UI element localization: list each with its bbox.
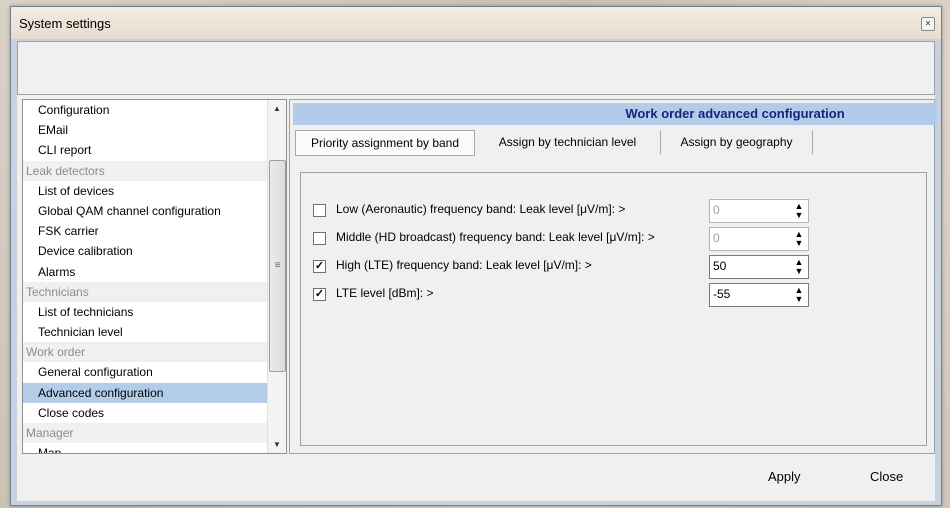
nav-item[interactable]: Alarms (23, 262, 267, 282)
close-window-icon[interactable]: ✕ (921, 17, 935, 31)
low-band-label: Low (Aeronautic) frequency band: Leak le… (336, 202, 626, 216)
panel-title: Work order advanced configuration (293, 103, 937, 125)
scroll-up-icon[interactable]: ▲ (268, 100, 286, 117)
nav-item[interactable]: CLI report (23, 140, 267, 160)
nav-item[interactable]: Advanced configuration (23, 382, 267, 403)
tab-priority-by-band[interactable]: Priority assignment by band (295, 130, 475, 156)
close-button[interactable]: Close (870, 469, 903, 484)
middle-band-level-value: 0 (713, 231, 720, 245)
window-title: System settings (19, 16, 111, 31)
settings-window: System settings ✕ Configuration EMail CLI … (10, 6, 942, 506)
nav-item[interactable]: EMail (23, 120, 267, 140)
scroll-down-icon[interactable]: ▼ (268, 436, 286, 453)
tab-by-technician-level[interactable]: Assign by technician level (475, 130, 661, 154)
tab-content: Low (Aeronautic) frequency band: Leak le… (300, 172, 927, 446)
settings-nav-list[interactable]: Configuration EMail CLI report Leak detecto… (22, 99, 287, 454)
nav-item[interactable]: Device calibration (23, 241, 267, 261)
main-panel: Work order advanced configuration Priori… (289, 99, 937, 454)
scroll-thumb[interactable]: ≡ (269, 160, 286, 372)
nav-item[interactable]: Configuration (23, 100, 267, 120)
nav-item[interactable]: Global QAM channel configuration (23, 201, 267, 221)
middle-band-label: Middle (HD broadcast) frequency band: Le… (336, 230, 655, 244)
high-band-checkbox[interactable]: ✓ (313, 260, 326, 273)
nav-item[interactable]: List of devices (23, 181, 267, 201)
lte-level-checkbox[interactable]: ✓ (313, 288, 326, 301)
nav-category: Work order (23, 342, 267, 363)
tab-by-geography[interactable]: Assign by geography (661, 130, 813, 154)
high-band-level-spinner[interactable]: 50 ▲ ▼ (709, 255, 809, 279)
middle-band-level-spinner[interactable]: 0 ▲ ▼ (709, 227, 809, 251)
high-band-label: High (LTE) frequency band: Leak level [μ… (336, 258, 592, 272)
nav-item[interactable]: Technician level (23, 322, 267, 342)
low-band-level-value: 0 (713, 203, 720, 217)
spin-down-icon[interactable]: ▼ (792, 211, 806, 220)
window-client-area: Configuration EMail CLI report Leak detecto… (17, 41, 937, 501)
spin-down-icon[interactable]: ▼ (792, 295, 806, 304)
nav-items: Configuration EMail CLI report Leak detecto… (23, 100, 267, 453)
low-band-level-spinner[interactable]: 0 ▲ ▼ (709, 199, 809, 223)
middle-band-checkbox[interactable] (313, 232, 326, 245)
nav-category: Leak detectors (23, 160, 267, 181)
nav-item[interactable]: General configuration (23, 362, 267, 382)
panel-title-text: Work order advanced configuration (625, 106, 845, 121)
lte-level-spinner[interactable]: -55 ▲ ▼ (709, 283, 809, 307)
spin-down-icon[interactable]: ▼ (792, 267, 806, 276)
low-band-checkbox[interactable] (313, 204, 326, 217)
nav-item[interactable]: List of technicians (23, 302, 267, 322)
nav-item[interactable]: Map (23, 443, 267, 453)
lte-level-label: LTE level [dBm]: > (336, 286, 434, 300)
high-band-level-value: 50 (713, 259, 727, 273)
toolbar-area (17, 41, 935, 95)
apply-button[interactable]: Apply (768, 469, 801, 484)
nav-category: Manager (23, 423, 267, 444)
nav-scrollbar[interactable]: ▲ ≡ ▼ (267, 100, 286, 453)
nav-item[interactable]: Close codes (23, 403, 267, 423)
lte-level-value: -55 (713, 287, 731, 301)
title-bar: System settings ✕ (11, 7, 941, 39)
nav-item[interactable]: FSK carrier (23, 221, 267, 241)
nav-category: Technicians (23, 281, 267, 302)
spin-down-icon[interactable]: ▼ (792, 239, 806, 248)
